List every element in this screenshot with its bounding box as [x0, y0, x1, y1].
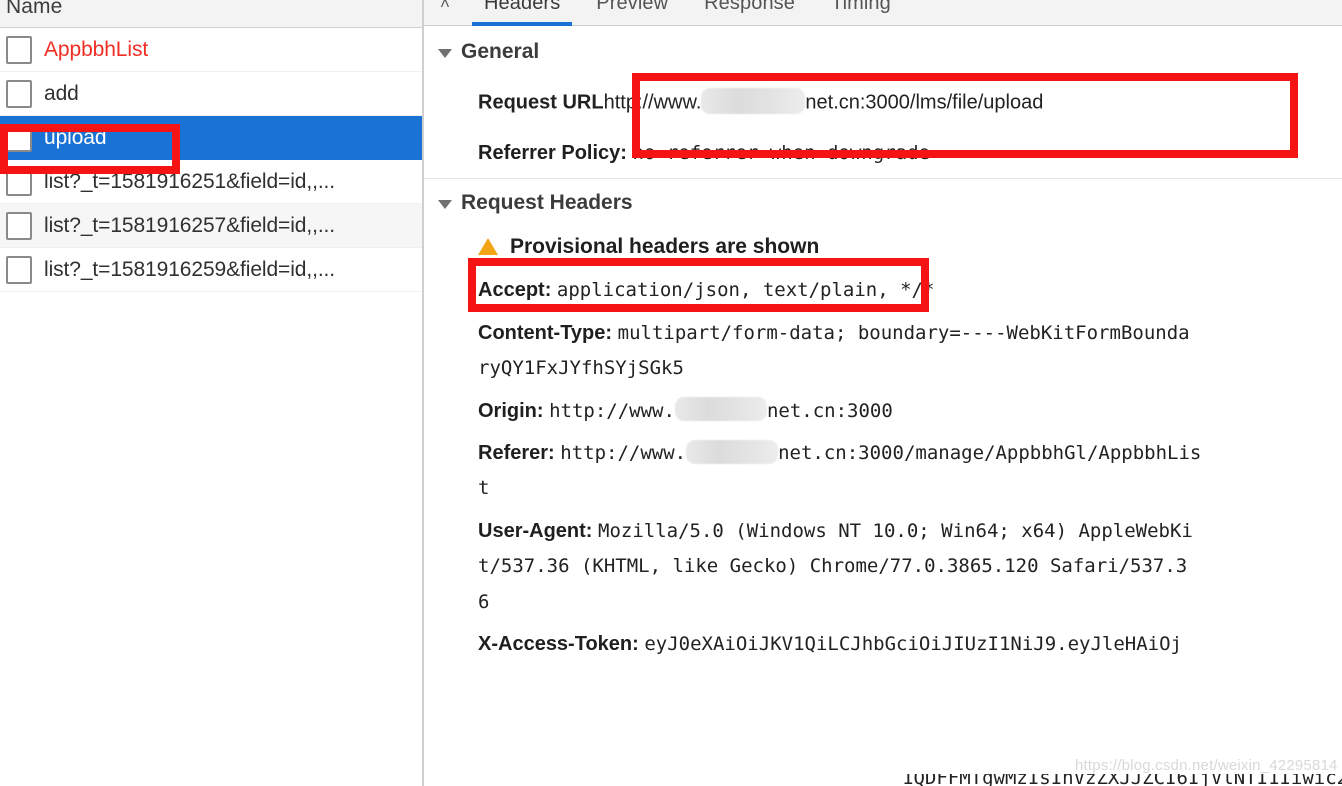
header-key: X-Access-Token:: [478, 632, 639, 655]
collapse-chevron-icon[interactable]: ˄: [424, 0, 466, 26]
list-item[interactable]: add: [0, 72, 422, 116]
header-row-access-token-wrap-clipped: 1QDFFMTgwMzIsInVzZXJJZCI6IjVlNTI1Iiwic2V…: [902, 774, 1342, 786]
column-header-name[interactable]: Name: [0, 0, 62, 19]
header-value-continued: t/537.36 (KHTML, like Gecko) Chrome/77.0…: [478, 555, 1188, 578]
list-item-label: list?_t=1581916251&field=id,,...: [44, 169, 336, 193]
list-item-label: add: [44, 81, 79, 105]
redacted-domain-blur: [674, 397, 767, 422]
row-checkbox[interactable]: [6, 211, 32, 240]
request-url-value-suffix: net.cn:3000/lms/file/upload: [805, 91, 1044, 114]
triangle-down-icon: [438, 199, 452, 209]
row-checkbox[interactable]: [6, 123, 32, 152]
redacted-domain-blur: [701, 88, 806, 114]
request-detail-panel: ˄ Headers Preview Response Timing Genera…: [424, 0, 1342, 786]
tab-label: Headers: [484, 0, 561, 14]
tab-headers[interactable]: Headers: [466, 0, 578, 26]
row-checkbox[interactable]: [6, 35, 32, 64]
header-row-referer-wrap: t: [424, 474, 1342, 509]
section-title-label: Request Headers: [461, 191, 633, 215]
header-value: Mozilla/5.0 (Windows NT 10.0; Win64; x64…: [598, 519, 1193, 542]
request-url-label: Request URL: [478, 91, 604, 114]
watermark-text: https://blog.csdn.net/weixin_42295814: [1075, 757, 1338, 774]
row-checkbox[interactable]: [6, 167, 32, 196]
tab-response[interactable]: Response: [686, 0, 813, 26]
list-item-upload-selected[interactable]: upload: [0, 116, 422, 160]
referrer-policy-row: Referrer Policy: no-referrer-when-downgr…: [424, 132, 1342, 174]
header-row-user-agent: User-Agent: Mozilla/5.0 (Windows NT 10.0…: [424, 510, 1342, 552]
provisional-headers-notice: Provisional headers are shown: [424, 225, 1342, 269]
header-key: Accept:: [478, 279, 552, 302]
header-value: eyJ0eXAiOiJKV1QiLCJhbGciOiJIUzI1NiJ9.eyJ…: [644, 632, 1182, 655]
referrer-policy-value: no-referrer-when-downgrade: [632, 142, 930, 164]
list-item[interactable]: list?_t=1581916251&field=id,,...: [0, 160, 422, 204]
tab-label: Response: [704, 0, 795, 14]
row-checkbox[interactable]: [6, 79, 32, 108]
detail-tabbar: ˄ Headers Preview Response Timing: [424, 0, 1342, 26]
tab-preview[interactable]: Preview: [578, 0, 686, 26]
devtools-network-panel: Name AppbbhList add upload list?_t=15819…: [0, 0, 1342, 786]
request-list-header: Name: [0, 0, 422, 28]
header-row-access-token: X-Access-Token: eyJ0eXAiOiJKV1QiLCJhbGci…: [424, 623, 1342, 665]
tab-timing[interactable]: Timing: [813, 0, 909, 26]
list-item-label: upload: [44, 125, 107, 149]
list-item[interactable]: AppbbhList: [0, 28, 422, 72]
header-value-suffix: net.cn:3000/manage/AppbbhGl/AppbbhLis: [778, 441, 1202, 464]
list-item-label: list?_t=1581916259&field=id,,...: [44, 257, 336, 281]
header-row-accept: Accept: application/json, text/plain, */…: [424, 269, 1342, 311]
request-url-row: Request URLhttp://www. net.cn:3000/lms/fi…: [424, 74, 1342, 132]
header-value-continued: 1QDFFMTgwMzIsInVzZXJJZCI6IjVlNTI1Iiwic2V…: [902, 774, 1342, 786]
triangle-down-icon: [438, 48, 452, 58]
redacted-domain-blur: [686, 439, 779, 464]
section-request-headers[interactable]: Request Headers: [424, 179, 1342, 225]
header-key: Origin:: [478, 399, 544, 422]
request-list-panel: Name AppbbhList add upload list?_t=15819…: [0, 0, 422, 786]
request-url-value-prefix: http://www.: [603, 91, 702, 114]
header-key: Referer:: [478, 441, 555, 464]
header-row-content-type-wrap: ryQY1FxJYfhSYjSGk5: [424, 354, 1342, 389]
tab-label: Timing: [831, 0, 891, 14]
header-value-continued: 6: [478, 590, 490, 613]
header-row-user-agent-wrap-1: t/537.36 (KHTML, like Gecko) Chrome/77.0…: [424, 552, 1342, 587]
header-key: User-Agent:: [478, 519, 593, 542]
section-general[interactable]: General: [424, 28, 1342, 74]
provisional-headers-label: Provisional headers are shown: [510, 235, 820, 259]
header-row-referer: Referer: http://www. net.cn:3000/manage/A…: [424, 432, 1342, 474]
header-value-suffix: net.cn:3000: [766, 399, 893, 422]
header-value-continued: ryQY1FxJYfhSYjSGk5: [478, 357, 684, 380]
header-value-prefix: http://www.: [560, 441, 687, 464]
header-value-continued: t: [478, 477, 490, 500]
list-item[interactable]: list?_t=1581916257&field=id,,...: [0, 204, 422, 248]
row-checkbox[interactable]: [6, 255, 32, 284]
referrer-policy-label: Referrer Policy:: [478, 142, 627, 164]
header-value-prefix: http://www.: [549, 399, 675, 422]
headers-content: General Request URLhttp://www. net.cn:300…: [424, 28, 1342, 665]
list-item[interactable]: list?_t=1581916259&field=id,,...: [0, 248, 422, 292]
header-row-origin: Origin: http://www. net.cn:3000: [424, 390, 1342, 432]
tab-label: Preview: [596, 0, 669, 14]
section-title-label: General: [461, 40, 540, 63]
warning-triangle-icon: [478, 237, 498, 255]
header-key: Content-Type:: [478, 321, 613, 344]
header-value: application/json, text/plain, */*: [556, 279, 935, 302]
request-list-rows: AppbbhList add upload list?_t=1581916251…: [0, 28, 422, 292]
header-value: multipart/form-data; boundary=----WebKit…: [617, 321, 1190, 344]
header-row-content-type: Content-Type: multipart/form-data; bound…: [424, 312, 1342, 354]
header-row-user-agent-wrap-2: 6: [424, 588, 1342, 623]
list-item-label: list?_t=1581916257&field=id,,...: [44, 213, 336, 237]
list-item-label: AppbbhList: [44, 37, 149, 61]
